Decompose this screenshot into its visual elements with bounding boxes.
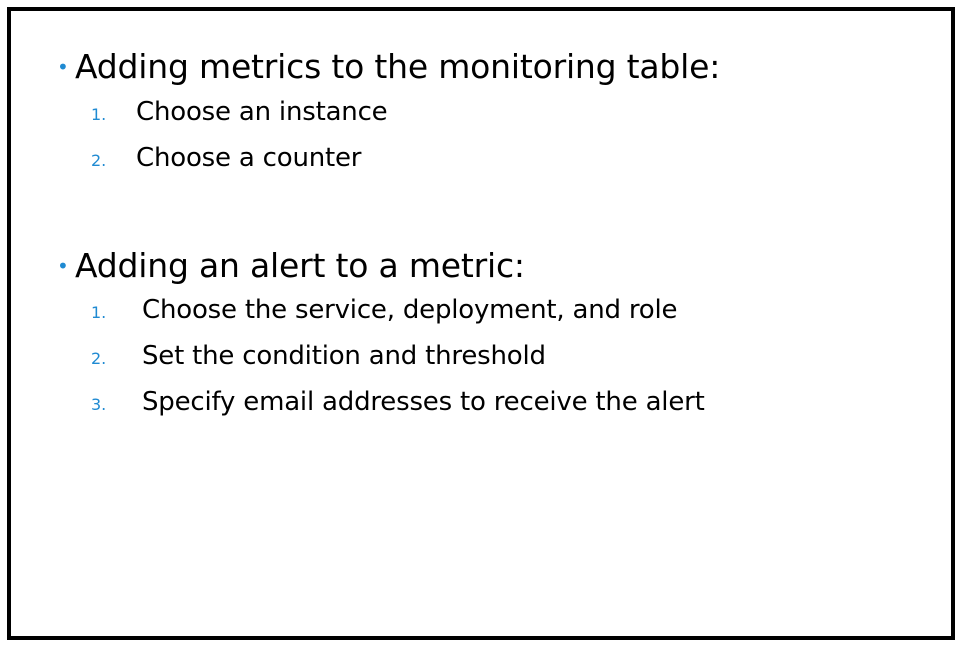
- slide-frame: • Adding metrics to the monitoring table…: [7, 7, 955, 640]
- list-number: 1.: [91, 303, 107, 322]
- list-number: 2.: [91, 349, 107, 368]
- section-monitoring-table: • Adding metrics to the monitoring table…: [57, 47, 720, 86]
- bullet-icon: •: [57, 55, 69, 79]
- list-item: 2. Choose a counter: [91, 143, 361, 173]
- list-number: 2.: [91, 151, 107, 170]
- section-alert: • Adding an alert to a metric:: [57, 246, 525, 285]
- bullet-icon: •: [57, 254, 69, 278]
- list-item-text: Choose the service, deployment, and role: [142, 295, 678, 325]
- bullet-heading-monitoring-table: • Adding metrics to the monitoring table…: [57, 47, 720, 86]
- list-item: 1. Choose the service, deployment, and r…: [91, 295, 678, 325]
- heading-text: Adding metrics to the monitoring table:: [75, 47, 721, 86]
- list-item: 2. Set the condition and threshold: [91, 341, 546, 371]
- list-item-text: Choose a counter: [136, 143, 362, 173]
- list-number: 1.: [91, 105, 107, 124]
- list-number: 3.: [91, 395, 107, 414]
- list-item: 1. Choose an instance: [91, 97, 388, 127]
- bullet-heading-alert: • Adding an alert to a metric:: [57, 246, 525, 285]
- list-item-text: Specify email addresses to receive the a…: [142, 387, 705, 417]
- list-item: 3. Specify email addresses to receive th…: [91, 387, 705, 417]
- list-item-text: Choose an instance: [136, 97, 388, 127]
- list-item-text: Set the condition and threshold: [142, 341, 546, 371]
- heading-text: Adding an alert to a metric:: [75, 246, 525, 285]
